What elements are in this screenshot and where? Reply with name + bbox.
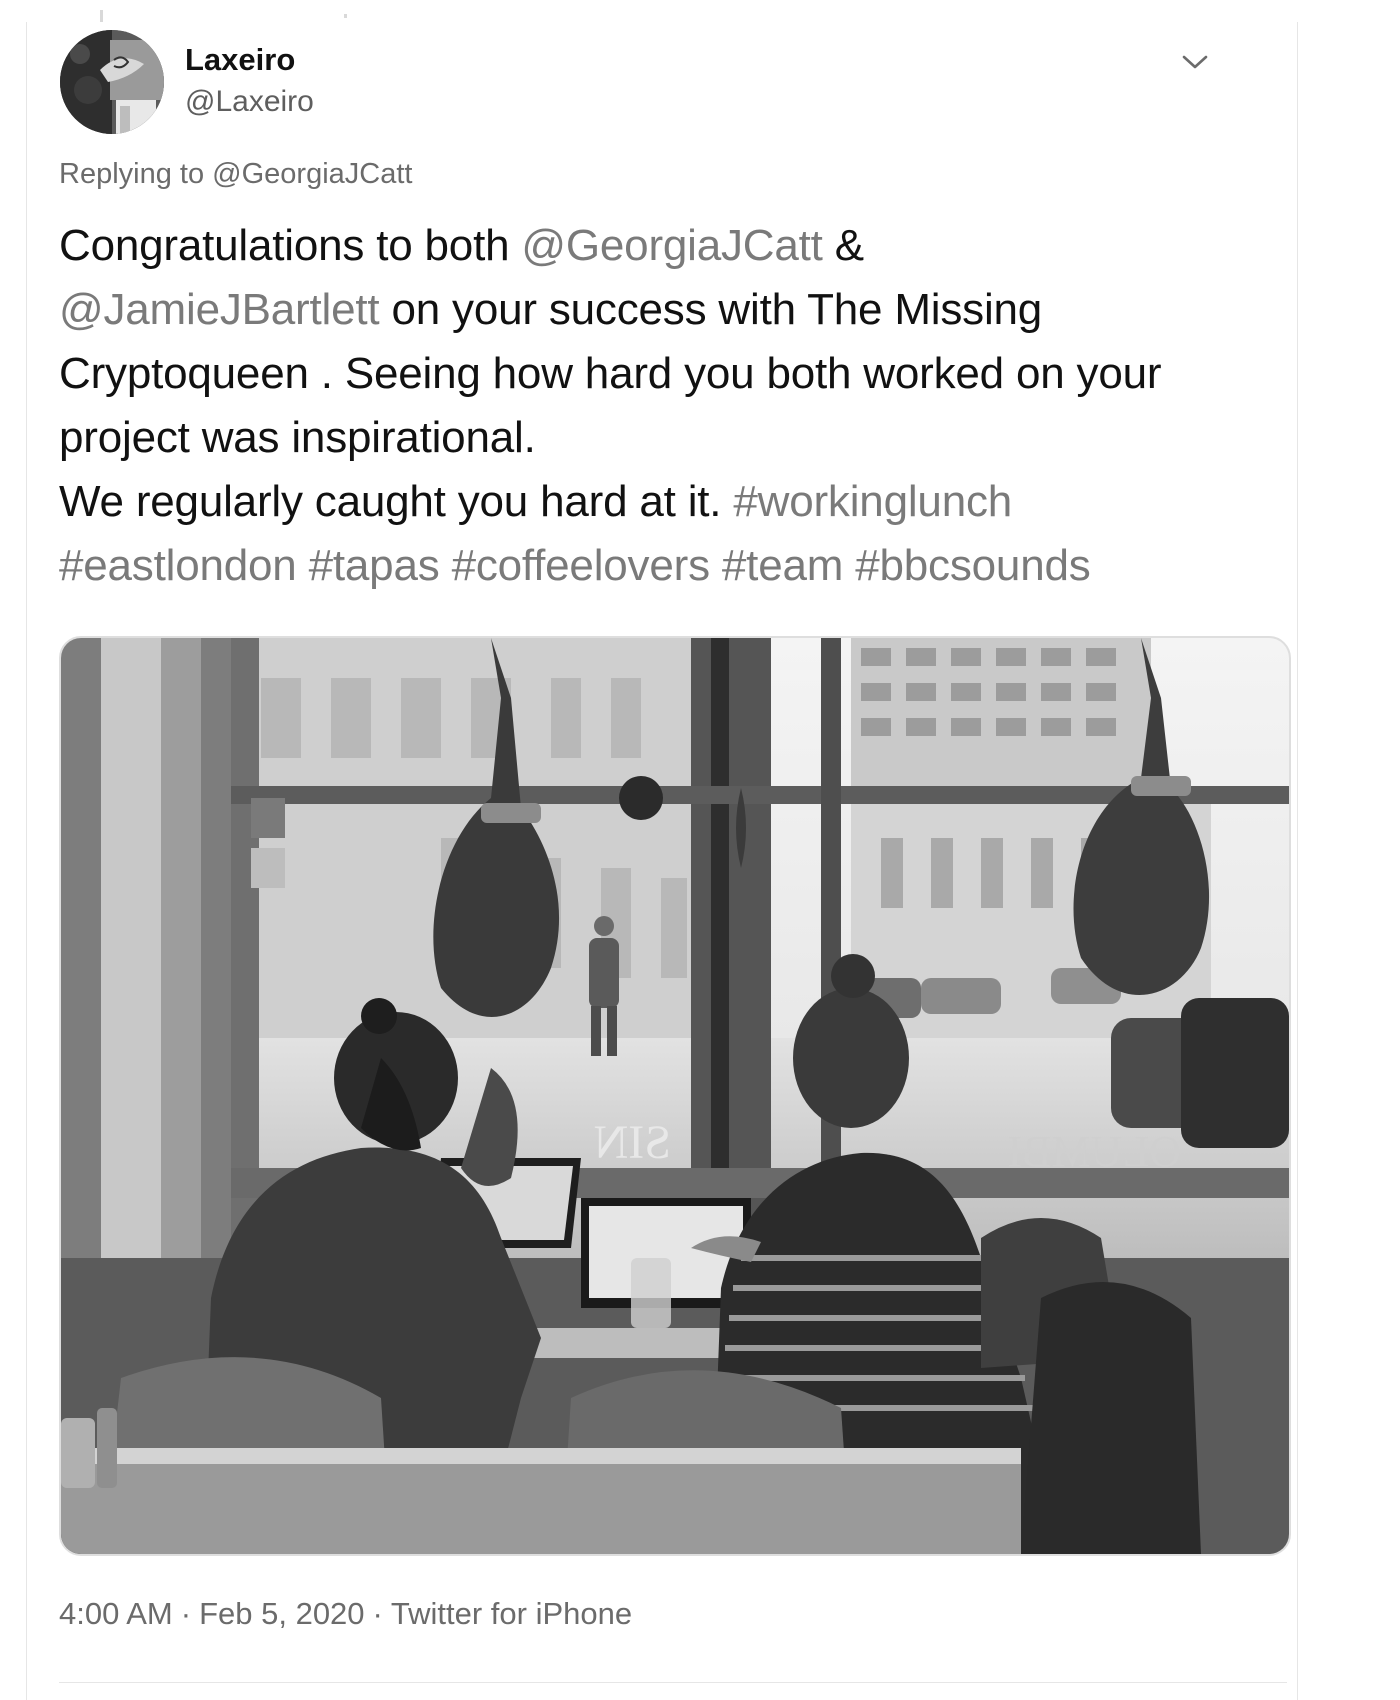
tweet-card: Laxeiro @Laxeiro Replying to @GeorgiaJCa… bbox=[26, 22, 1298, 1700]
tweet-text-segment: Congratulations to both bbox=[59, 221, 522, 270]
replying-to: Replying to @GeorgiaJCatt bbox=[59, 158, 412, 191]
top-edge bbox=[0, 0, 1400, 22]
meta-separator: · bbox=[372, 1596, 383, 1631]
chevron-down-icon bbox=[1182, 55, 1208, 69]
edge-tick bbox=[100, 10, 103, 22]
window-lettering-left: SIN bbox=[594, 1116, 671, 1169]
tweet-source-link[interactable]: Twitter for iPhone bbox=[391, 1596, 632, 1631]
avatar-image bbox=[60, 30, 164, 134]
hashtag-link[interactable]: #team bbox=[722, 541, 843, 590]
tweet-photo[interactable]: SIN OLUMBI bbox=[59, 636, 1291, 1556]
hashtag-link[interactable]: #workinglunch bbox=[733, 477, 1012, 526]
photo-icon: SIN OLUMBI bbox=[61, 638, 1289, 1554]
divider bbox=[59, 1682, 1287, 1683]
hashtag-link[interactable]: #eastlondon bbox=[59, 541, 297, 590]
more-options-button[interactable] bbox=[1175, 44, 1215, 80]
tweet-text-segment: & bbox=[822, 221, 864, 270]
tweet-text-segment: We regularly caught you hard at it. bbox=[59, 477, 734, 526]
tweet-time[interactable]: 4:00 AM bbox=[59, 1596, 173, 1631]
tweet-text: Congratulations to both @GeorgiaJCatt & … bbox=[59, 214, 1239, 598]
tweet-date[interactable]: Feb 5, 2020 bbox=[199, 1596, 364, 1631]
hashtag-link[interactable]: #coffeelovers bbox=[452, 541, 711, 590]
replying-prefix: Replying to bbox=[59, 158, 205, 190]
avatar-photo-icon[interactable] bbox=[60, 30, 164, 134]
author-name[interactable]: Laxeiro bbox=[185, 42, 295, 78]
author-handle[interactable]: @Laxeiro bbox=[185, 85, 314, 119]
mention-link[interactable]: @JamieJBartlett bbox=[59, 285, 380, 334]
hashtag-link[interactable]: #bbcsounds bbox=[855, 541, 1090, 590]
replying-mention-link[interactable]: @GeorgiaJCatt bbox=[212, 158, 412, 190]
tweet-meta: 4:00 AM · Feb 5, 2020 · Twitter for iPhone bbox=[59, 1596, 632, 1632]
hashtag-link[interactable]: #tapas bbox=[309, 541, 440, 590]
mention-link[interactable]: @GeorgiaJCatt bbox=[521, 221, 822, 270]
window-lettering-right: OLUMBI bbox=[1007, 1127, 1181, 1176]
meta-separator: · bbox=[180, 1596, 192, 1631]
edge-tick bbox=[344, 14, 347, 18]
page: Laxeiro @Laxeiro Replying to @GeorgiaJCa… bbox=[0, 0, 1400, 1700]
